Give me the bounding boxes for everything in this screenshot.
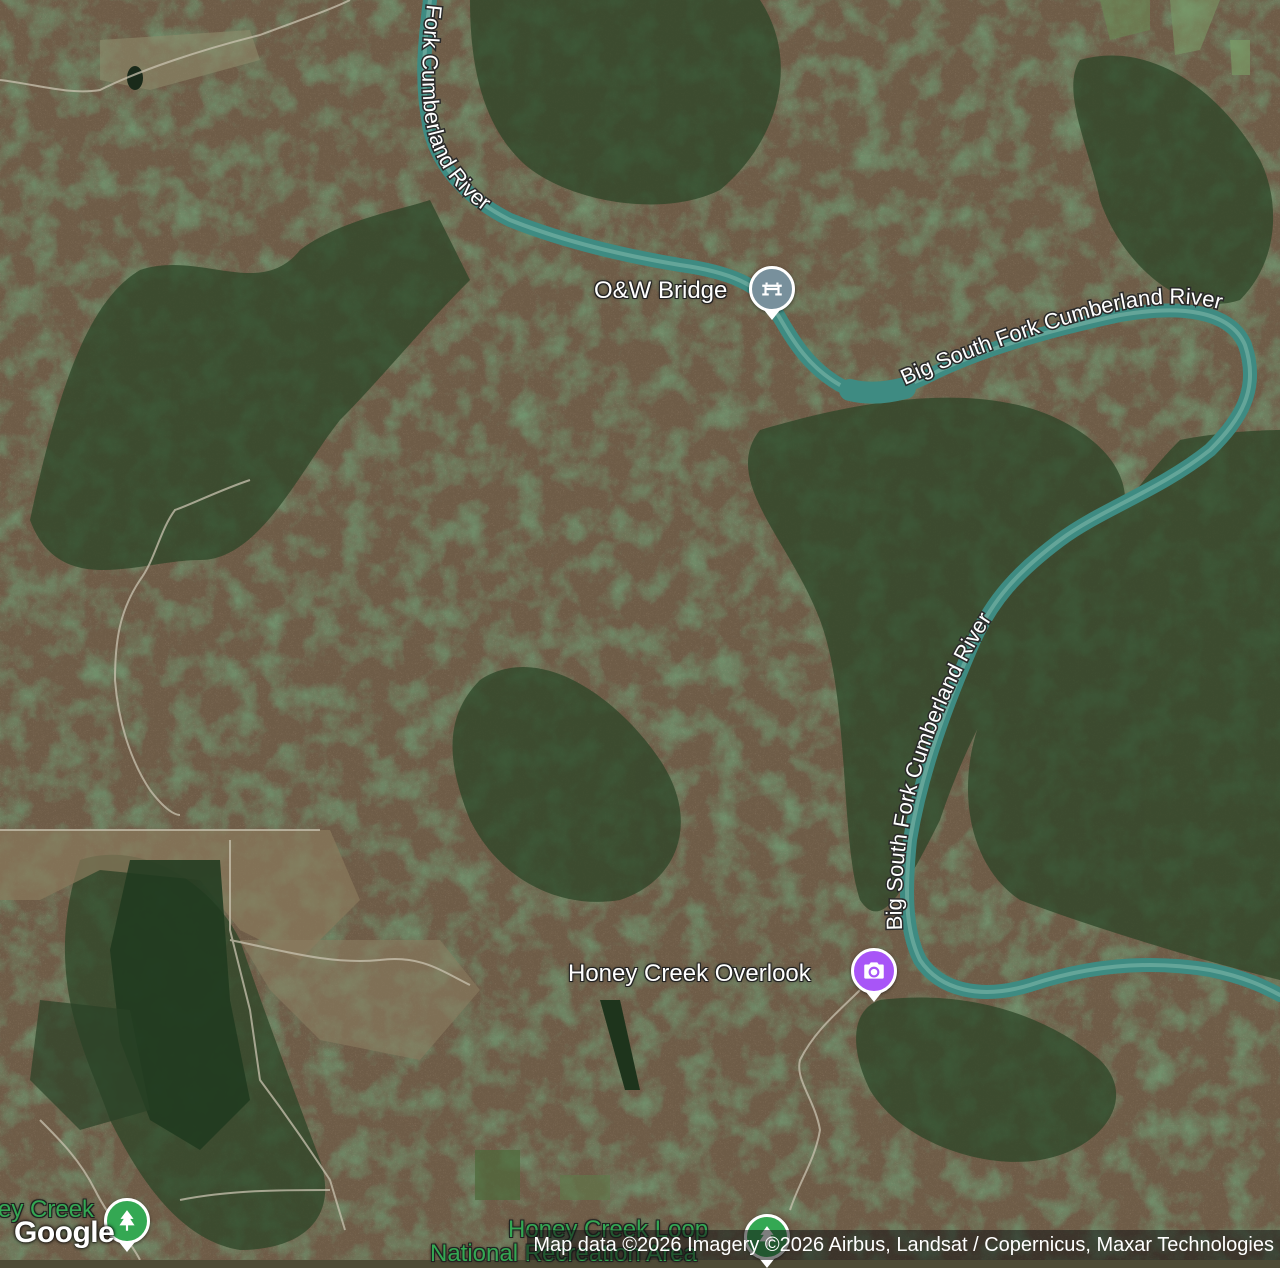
map-attribution[interactable]: Map data ©2026 Imagery ©2026 Airbus, Lan… [527,1230,1280,1260]
bridge-icon [762,282,782,296]
bridge-pin[interactable] [749,266,795,320]
place-label-ow-bridge[interactable]: O&W Bridge [594,277,727,305]
park-icon [119,1210,135,1231]
camera-icon [864,962,884,979]
satellite-map[interactable]: h Fork Cumberland River Big South Fork C… [0,0,1280,1260]
place-label-honey-creek-overlook[interactable]: Honey Creek Overlook [568,960,811,988]
google-logo: Google [14,1216,115,1249]
overlook-pin[interactable] [851,948,897,1002]
